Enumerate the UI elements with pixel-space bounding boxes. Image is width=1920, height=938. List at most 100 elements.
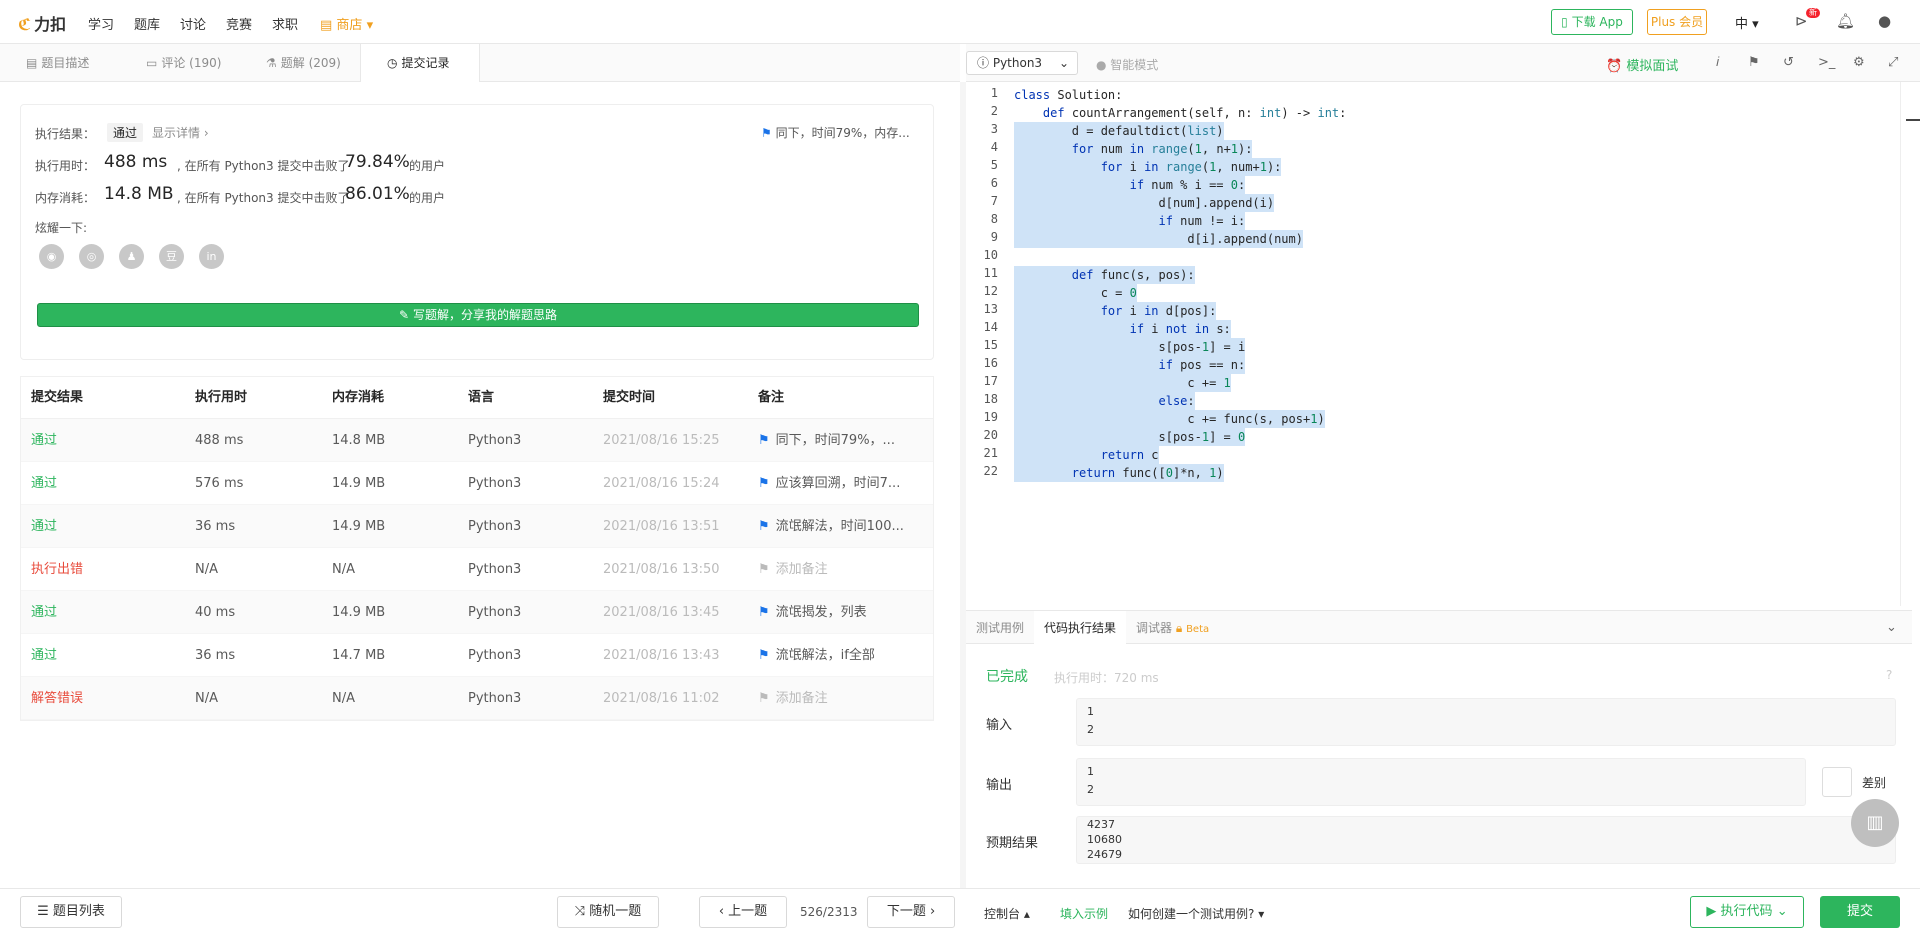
code-line: for num in range(1, n+1): xyxy=(1014,140,1253,158)
tab-run-result[interactable]: 代码执行结果 xyxy=(1034,611,1127,645)
douban-icon[interactable]: 豆 xyxy=(159,244,184,269)
nav-jobs[interactable]: 求职 xyxy=(272,14,298,33)
how-create-testcase[interactable]: 如何创建一个测试用例? ▾ xyxy=(1128,905,1264,922)
qq-icon[interactable]: ♟ xyxy=(119,244,144,269)
nav-contest[interactable]: 竞赛 xyxy=(226,14,252,33)
row-language: Python3 xyxy=(468,476,522,491)
input-box[interactable]: 1 2 xyxy=(1076,698,1896,746)
row-note[interactable]: ⚑ 应该算回溯，时间7... xyxy=(758,462,928,505)
expected-label: 预期结果 xyxy=(986,836,1039,851)
result-card: 执行结果： 通过 显示详情 › ⚑ 同下，时间79%，内存... 执行用时： 4… xyxy=(20,104,934,360)
row-status[interactable]: 执行出错 xyxy=(31,548,83,591)
code-editor[interactable]: 1 2 3 4 5 6 7 8 9 10 11 12 13 14 15 16 17 18 19 20 21 22 clas… xyxy=(966,82,1912,606)
submission-panel: 执行结果： 通过 显示详情 › ⚑ 同下，时间79%，内存... 执行用时： 4… xyxy=(0,82,960,882)
table-row[interactable]: 通过 36 ms 14.9 MB Python3 2021/08/16 13:51 ⚑ 流氓… xyxy=(21,505,933,548)
weibo-icon[interactable]: ◎ xyxy=(79,244,104,269)
nav-discuss[interactable]: 讨论 xyxy=(180,14,206,33)
line-number: 9 xyxy=(990,230,998,244)
header-runtime: 执行用时 xyxy=(195,390,248,405)
row-memory: 14.8 MB xyxy=(332,433,386,448)
problem-list-button[interactable]: ☰ 题目列表 xyxy=(20,896,122,928)
tab-solutions[interactable]: ⚗ 题解 (209) xyxy=(240,44,367,82)
show-detail-link[interactable]: 显示详情 › xyxy=(152,124,209,141)
plus-member-button[interactable]: Plus 会员 xyxy=(1647,9,1707,35)
linkedin-icon[interactable]: in xyxy=(199,244,224,269)
flag-icon[interactable]: ⚑ xyxy=(1748,55,1760,70)
tab-description[interactable]: ▤ 题目描述 xyxy=(0,44,115,82)
expected-line: 4237 xyxy=(1087,818,1115,831)
row-note[interactable]: ⚑ 添加备注 xyxy=(758,548,928,591)
nav-learn[interactable]: 学习 xyxy=(88,14,114,33)
row-status[interactable]: 通过 xyxy=(31,591,57,634)
row-note[interactable]: ⚑ 添加备注 xyxy=(758,677,928,720)
tab-testcase[interactable]: 测试用例 xyxy=(966,611,1034,645)
nav-shop[interactable]: ▤ 商店 ▾ xyxy=(320,14,373,33)
next-problem-button[interactable]: 下一题 › xyxy=(867,896,955,928)
diff-checkbox[interactable] xyxy=(1822,767,1852,797)
row-note[interactable]: ⚑ 流氓解法，时间100... xyxy=(758,505,928,548)
line-number: 14 xyxy=(983,320,998,334)
minimap[interactable] xyxy=(1900,82,1912,606)
chevron-down-icon: ⌄ xyxy=(1058,56,1069,70)
download-app-button[interactable]: ▯ 下载 App xyxy=(1551,9,1633,35)
submission-note[interactable]: ⚑ 同下，时间79%，内存... xyxy=(761,124,910,141)
table-row[interactable]: 解答错误 N/A N/A Python3 2021/08/16 11:02 ⚑ 添加备注 xyxy=(21,677,933,720)
row-status[interactable]: 通过 xyxy=(31,505,57,548)
table-row[interactable]: 通过 36 ms 14.7 MB Python3 2021/08/16 13:43 ⚑ 流氓… xyxy=(21,634,933,677)
table-row[interactable]: 执行出错 N/A N/A Python3 2021/08/16 13:50 ⚑ 添加备注 xyxy=(21,548,933,591)
avatar[interactable]: ● xyxy=(1878,12,1891,30)
line-number: 13 xyxy=(983,302,998,316)
write-solution-button[interactable]: ✎ 写题解，分享我的解题思路 xyxy=(37,303,919,327)
logo[interactable]: ℭ 力扣 xyxy=(18,11,66,35)
row-memory: 14.9 MB xyxy=(332,605,386,620)
row-status[interactable]: 通过 xyxy=(31,419,57,462)
bell-icon[interactable]: 🔔︎ xyxy=(1836,12,1855,30)
submit-button[interactable]: 提交 xyxy=(1820,896,1900,928)
table-row[interactable]: 通过 576 ms 14.9 MB Python3 2021/08/16 15:24 ⚑ 应… xyxy=(21,462,933,505)
smart-mode-toggle[interactable]: ● 智能模式 xyxy=(1096,56,1158,73)
run-code-button[interactable]: ▶ 执行代码 ⌄ xyxy=(1690,896,1804,928)
language-select[interactable]: ⓘ Python3 ⌄ xyxy=(966,51,1078,75)
output-label: 输出 xyxy=(986,778,1013,793)
prev-problem-button[interactable]: ‹ 上一题 xyxy=(699,896,787,928)
row-status[interactable]: 通过 xyxy=(31,634,57,677)
line-number: 18 xyxy=(983,392,998,406)
line-number: 12 xyxy=(983,284,998,298)
code-line: d[i].append(num) xyxy=(1014,230,1303,248)
table-row[interactable]: 通过 40 ms 14.9 MB Python3 2021/08/16 13:45 ⚑ 流氓… xyxy=(21,591,933,634)
tab-submissions[interactable]: ◷ 提交记录 xyxy=(360,44,480,82)
reset-icon[interactable]: ↺ xyxy=(1783,55,1794,70)
row-note[interactable]: ⚑ 流氓揭发，列表 xyxy=(758,591,928,634)
mock-interview-button[interactable]: ⏰ 模拟面试 xyxy=(1606,55,1678,74)
memory-value: 14.8 MB xyxy=(104,184,174,204)
tab-comments[interactable]: ▭ 评论 (190) xyxy=(120,44,247,82)
notebook-float-button[interactable]: ▥ xyxy=(1851,799,1899,847)
fullscreen-icon[interactable]: ⤢ xyxy=(1888,55,1898,70)
info-icon[interactable]: 𝑖 xyxy=(1716,55,1719,70)
code-line: class Solution: xyxy=(1014,88,1123,102)
collapse-chevron-icon[interactable]: ⌄ xyxy=(1886,620,1897,635)
console-toggle[interactable]: 控制台 ▴ xyxy=(984,905,1030,922)
flag-icon: ⚑ xyxy=(758,648,770,663)
document-icon: ▤ xyxy=(26,56,38,70)
code-line: c += 1 xyxy=(1014,374,1231,392)
row-status[interactable]: 通过 xyxy=(31,462,57,505)
row-status[interactable]: 解答错误 xyxy=(31,677,83,720)
share-label: 炫耀一下: xyxy=(35,221,88,235)
terminal-icon[interactable]: >_ xyxy=(1818,55,1835,70)
row-note[interactable]: ⚑ 同下，时间79%，... xyxy=(758,419,928,462)
code-line: else: xyxy=(1014,392,1195,410)
table-row[interactable]: 通过 488 ms 14.8 MB Python3 2021/08/16 15:25 ⚑ 同… xyxy=(21,419,933,462)
line-number: 8 xyxy=(990,212,998,226)
runtime-suffix: 的用户 xyxy=(409,159,446,173)
tab-debugger[interactable]: 调试器 🔒︎ Beta xyxy=(1126,611,1219,645)
row-note[interactable]: ⚑ 流氓解法，if全部 xyxy=(758,634,928,677)
settings-icon[interactable]: ⚙ xyxy=(1853,55,1865,70)
help-icon[interactable]: ? xyxy=(1886,668,1892,682)
fill-example-link[interactable]: 填入示例 xyxy=(1060,905,1108,922)
header-time: 提交时间 xyxy=(603,390,656,405)
language-switch[interactable]: 中 ▾ xyxy=(1735,13,1759,32)
nav-problems[interactable]: 题库 xyxy=(134,14,160,33)
wechat-icon[interactable]: ◉ xyxy=(39,244,64,269)
random-problem-button[interactable]: ⤨ 随机一题 xyxy=(557,896,659,928)
